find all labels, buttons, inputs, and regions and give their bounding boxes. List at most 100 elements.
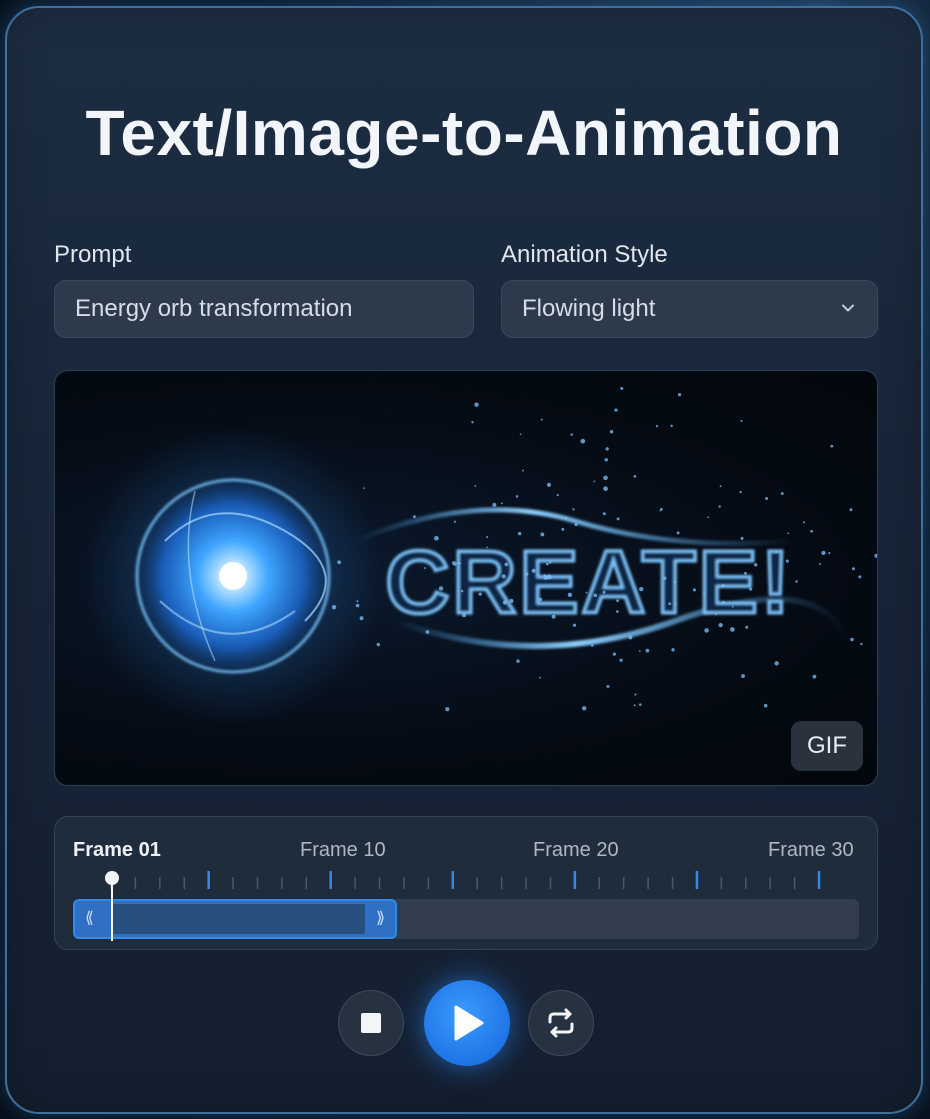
timeline-ticks	[110, 871, 821, 889]
sparkle-particle	[692, 588, 697, 592]
sparkle-particle	[519, 433, 522, 436]
sparkle-particle	[616, 517, 620, 521]
sparkle-particle	[590, 644, 594, 647]
sparkle-particle	[731, 605, 734, 608]
play-icon	[454, 1005, 484, 1041]
sparkle-particle	[337, 560, 342, 565]
sparkle-particle	[413, 515, 416, 519]
sparkle-particle	[606, 684, 610, 688]
sparkle-particle	[564, 516, 568, 520]
sparkle-particle	[603, 486, 608, 492]
sparkle-particle	[517, 531, 522, 536]
sparkle-particle	[531, 568, 536, 573]
sparkle-particle	[356, 600, 359, 603]
sparkle-particle	[668, 602, 671, 606]
animation-style-select[interactable]: Flowing light	[501, 280, 878, 338]
sparkle-particle	[486, 536, 489, 539]
sparkle-particle	[673, 580, 676, 584]
sparkle-particle	[612, 652, 617, 656]
sparkle-particle	[718, 505, 721, 508]
playhead-knob[interactable]	[105, 871, 119, 885]
sparkle-particle	[551, 614, 556, 619]
sparkle-particle	[451, 561, 456, 565]
sparkle-particle	[721, 600, 725, 604]
sparkle-particle	[620, 386, 624, 391]
gif-badge[interactable]: GIF	[791, 721, 863, 771]
selection-range[interactable]: ⟪ ⟫	[73, 899, 397, 939]
sparkle-particle	[619, 658, 623, 662]
sparkle-particle	[671, 648, 675, 652]
sparkle-particle	[574, 522, 578, 527]
sparkle-particle	[445, 707, 450, 712]
animation-preview[interactable]: CREATE! GIF	[54, 370, 878, 786]
sparkle-particle	[628, 635, 633, 640]
sparkle-particle	[819, 562, 821, 565]
preview-text: CREATE!	[385, 533, 792, 633]
sparkle-particle	[745, 625, 749, 629]
sparkle-particle	[602, 590, 606, 594]
sparkle-particle	[376, 642, 381, 647]
sparkle-particle	[677, 392, 682, 397]
sparkle-particle	[633, 704, 636, 707]
sparkle-particle	[556, 494, 559, 497]
sparkle-particle	[501, 574, 506, 579]
prompt-label: Prompt	[54, 241, 132, 268]
sparkle-particle	[474, 485, 477, 487]
loop-button[interactable]	[528, 990, 594, 1056]
frame-label: Frame 10	[300, 839, 386, 861]
sparkle-particle	[453, 520, 456, 523]
sparkle-particle	[492, 502, 497, 507]
sparkle-particle	[858, 575, 862, 579]
sparkle-particle	[502, 600, 507, 605]
sparkle-particle	[718, 622, 723, 628]
sparkle-particle	[572, 623, 577, 627]
sparkle-particle	[561, 527, 565, 531]
sparkle-particle	[603, 475, 608, 481]
sparkle-particle	[593, 480, 596, 483]
sparkle-particle	[739, 490, 742, 494]
playhead[interactable]	[111, 879, 113, 941]
sparkle-particle	[546, 574, 552, 580]
sparkle-particle	[486, 546, 489, 549]
sparkle-particle	[774, 661, 779, 666]
sparkle-particle	[331, 605, 337, 610]
sparkle-particle	[580, 438, 586, 444]
sparkle-particle	[744, 571, 747, 575]
play-button[interactable]	[424, 980, 510, 1066]
animation-style-value: Flowing light	[522, 295, 656, 322]
sparkle-particle	[438, 586, 444, 591]
sparkle-particle	[458, 561, 461, 565]
sparkle-particle	[849, 508, 853, 512]
sparkle-particle	[538, 597, 543, 602]
sparkle-particle	[434, 535, 439, 541]
range-end-handle[interactable]: ⟫	[376, 908, 385, 928]
sparkle-particle	[540, 532, 545, 537]
animation-style-label: Animation Style	[501, 241, 668, 268]
range-start-handle[interactable]: ⟪	[85, 908, 94, 928]
sparkle-particle	[585, 591, 588, 594]
sparkle-particle	[355, 603, 360, 608]
sparkle-particle	[616, 599, 619, 603]
frame-timeline[interactable]: Frame 01 Frame 10 Frame 20 Frame 30 ⟪ ⟫	[54, 816, 878, 950]
sparkle-particle	[655, 424, 659, 428]
sparkle-particle	[740, 536, 744, 540]
sparkle-particle	[715, 613, 718, 616]
sparkle-particle	[515, 495, 519, 498]
sparkle-particle	[860, 642, 863, 646]
sparkle-particle	[582, 706, 587, 711]
sparkle-particle	[634, 693, 637, 696]
sparkle-particle	[795, 580, 798, 583]
sparkle-particle	[602, 512, 606, 516]
prompt-input[interactable]: Energy orb transformation	[54, 280, 474, 338]
sparkle-particle	[545, 562, 549, 566]
stop-button[interactable]	[338, 990, 404, 1056]
sparkle-particle	[423, 567, 426, 570]
sparkle-particle	[730, 627, 735, 632]
sparkle-particle	[828, 552, 831, 555]
sparkle-particle	[605, 447, 609, 451]
sparkle-particle	[504, 562, 509, 567]
sparkle-particle	[663, 576, 667, 580]
sparkle-particle	[516, 659, 520, 663]
sparkle-particle	[509, 598, 514, 604]
sparkle-particle	[874, 553, 877, 558]
